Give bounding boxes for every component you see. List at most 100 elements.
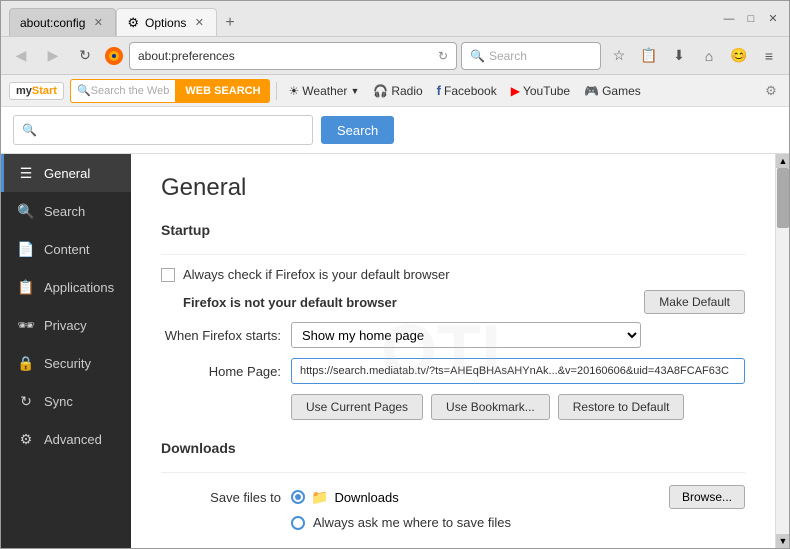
mystart-search-button[interactable]: WEB SEARCH — [176, 79, 269, 103]
not-default-row: Firefox is not your default browser Make… — [161, 290, 745, 314]
search-web-icon: 🔍 — [77, 84, 91, 97]
scroll-up-button[interactable]: ▲ — [776, 154, 789, 168]
forward-button[interactable]: ▶ — [39, 42, 67, 70]
when-starts-label: When Firefox starts: — [161, 328, 281, 343]
sidebar-item-advanced-label: Advanced — [44, 432, 102, 447]
mystart-search-input[interactable]: 🔍 Search the Web — [70, 79, 176, 103]
page-search-input[interactable] — [41, 123, 304, 138]
sync-icon: ↻ — [18, 393, 34, 409]
back-button[interactable]: ◀ — [7, 42, 35, 70]
general-icon: ☰ — [18, 165, 34, 181]
scroll-down-button[interactable]: ▼ — [776, 534, 789, 548]
search-sidebar-icon: 🔍 — [18, 203, 34, 219]
bm-youtube[interactable]: ▶ YouTube — [505, 82, 576, 100]
bm-weather-label: Weather — [302, 84, 347, 98]
bm-weather[interactable]: ☀ Weather ▼ — [283, 82, 366, 100]
scrollbar: ▲ ▼ — [775, 154, 789, 548]
use-current-pages-button[interactable]: Use Current Pages — [291, 394, 423, 420]
sidebar-item-privacy[interactable]: 🕶 Privacy — [1, 306, 131, 344]
youtube-icon: ▶ — [511, 84, 520, 98]
homepage-row: Home Page: — [161, 358, 745, 384]
starts-select[interactable]: Show my home page Show a blank page Show… — [291, 322, 641, 348]
make-default-button[interactable]: Make Default — [644, 290, 745, 314]
browse-button[interactable]: Browse... — [669, 485, 745, 509]
radio-icon: 🎧 — [373, 84, 388, 98]
downloads-divider — [161, 472, 745, 473]
mystart-text: my — [16, 85, 32, 97]
reload-button[interactable]: ↻ — [71, 42, 99, 70]
bm-facebook-label: Facebook — [444, 84, 497, 98]
tab-list: about:config ✕ ⚙ Options ✕ + — [9, 1, 721, 36]
startup-when-row: When Firefox starts: Show my home page S… — [161, 322, 745, 348]
pocket-icon[interactable]: 📋 — [635, 42, 663, 70]
tab-options[interactable]: ⚙ Options ✕ — [116, 8, 217, 36]
default-browser-checkbox[interactable] — [161, 268, 175, 282]
games-icon: 🎮 — [584, 84, 599, 98]
facebook-icon: f — [437, 83, 441, 98]
bm-games[interactable]: 🎮 Games — [578, 82, 647, 100]
sidebar-item-security[interactable]: 🔒 Security — [1, 344, 131, 382]
bm-settings-icon[interactable]: ⚙ — [761, 81, 781, 101]
sidebar-item-advanced[interactable]: ⚙ Advanced — [1, 420, 131, 458]
close-button[interactable]: ✕ — [765, 11, 781, 27]
search-bar[interactable]: 🔍 Search — [461, 42, 601, 70]
tab-about-config[interactable]: about:config ✕ — [9, 8, 116, 36]
security-icon: 🔒 — [18, 355, 34, 371]
bm-separator1 — [276, 82, 277, 100]
bm-facebook[interactable]: f Facebook — [431, 81, 503, 100]
applications-icon: 📋 — [18, 279, 34, 295]
startup-divider — [161, 254, 745, 255]
bookmark-icon[interactable]: ☆ — [605, 42, 633, 70]
bm-radio[interactable]: 🎧 Radio — [367, 82, 428, 100]
new-tab-button[interactable]: + — [217, 10, 242, 36]
maximize-button[interactable]: □ — [743, 11, 759, 27]
sidebar-item-security-label: Security — [44, 356, 91, 371]
sidebar-item-sync-label: Sync — [44, 394, 73, 409]
browser-window: about:config ✕ ⚙ Options ✕ + — □ ✕ ◀ ▶ ↻ — [0, 0, 790, 549]
bm-games-label: Games — [602, 84, 641, 98]
tab-options-close[interactable]: ✕ — [192, 16, 206, 30]
bm-youtube-label: YouTube — [523, 84, 570, 98]
profile-icon[interactable]: 😊 — [725, 42, 753, 70]
weather-sun-icon: ☀ — [289, 84, 300, 98]
default-browser-label: Always check if Firefox is your default … — [183, 267, 450, 282]
minimize-button[interactable]: — — [721, 11, 737, 27]
advanced-icon: ⚙ — [18, 431, 34, 447]
address-bar[interactable]: about:preferences ↻ — [129, 42, 457, 70]
sidebar-item-content-label: Content — [44, 242, 90, 257]
search-bar-text: Search — [489, 49, 527, 63]
sidebar-item-sync[interactable]: ↻ Sync — [1, 382, 131, 420]
menu-icon[interactable]: ≡ — [755, 42, 783, 70]
sidebar-item-search[interactable]: 🔍 Search — [1, 192, 131, 230]
page-search-button[interactable]: Search — [321, 116, 394, 144]
save-files-row: Save files to 📁 Downloads Browse... — [161, 485, 745, 509]
save-files-radio[interactable] — [291, 490, 305, 504]
address-text: about:preferences — [138, 49, 434, 63]
sidebar-item-privacy-label: Privacy — [44, 318, 87, 333]
scroll-thumb[interactable] — [777, 168, 789, 228]
firefox-logo — [103, 45, 125, 67]
starts-select-wrap: Show my home page Show a blank page Show… — [291, 322, 641, 348]
mystart-search-wrap: 🔍 Search the Web WEB SEARCH — [70, 79, 270, 103]
mystart-text2: Start — [32, 85, 57, 97]
tab-about-config-close[interactable]: ✕ — [91, 16, 105, 30]
restore-to-default-button[interactable]: Restore to Default — [558, 394, 685, 420]
always-ask-radio[interactable] — [291, 516, 305, 530]
mystart-search-placeholder: Search the Web — [91, 85, 170, 97]
nav-extra-buttons: ☆ 📋 ⬇ ⌂ 😊 ≡ — [605, 42, 783, 70]
titlebar: about:config ✕ ⚙ Options ✕ + — □ ✕ — [1, 1, 789, 37]
sidebar-item-content[interactable]: 📄 Content — [1, 230, 131, 268]
use-bookmark-button[interactable]: Use Bookmark... — [431, 394, 550, 420]
main-area: ☰ General 🔍 Search 📄 Content 📋 Applicati… — [1, 154, 789, 548]
page-search-row: 🔍 Search — [1, 107, 789, 154]
sidebar: ☰ General 🔍 Search 📄 Content 📋 Applicati… — [1, 154, 131, 548]
home-icon[interactable]: ⌂ — [695, 42, 723, 70]
download-icon[interactable]: ⬇ — [665, 42, 693, 70]
sidebar-item-applications[interactable]: 📋 Applications — [1, 268, 131, 306]
sidebar-item-general[interactable]: ☰ General — [1, 154, 131, 192]
homepage-input[interactable] — [291, 358, 745, 384]
downloads-title: Downloads — [161, 440, 745, 460]
sidebar-item-search-label: Search — [44, 204, 85, 219]
always-ask-row: Always ask me where to save files — [291, 515, 745, 530]
startup-section: Startup Always check if Firefox is your … — [161, 222, 745, 420]
